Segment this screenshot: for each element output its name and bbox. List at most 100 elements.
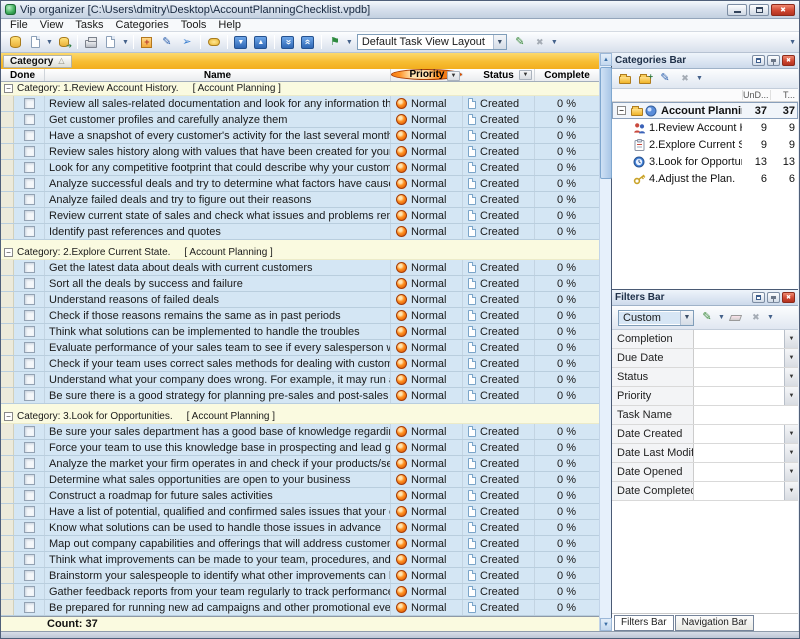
maximize-panel-button[interactable] [752, 292, 765, 303]
task-checkbox[interactable] [24, 522, 35, 533]
task-row[interactable]: Have a snapshot of every customer's acti… [1, 128, 599, 144]
maximize-button[interactable] [749, 4, 769, 16]
highlight-tasks-button[interactable] [205, 34, 223, 51]
column-header-complete[interactable]: Complete [535, 69, 599, 81]
task-checkbox[interactable] [24, 194, 35, 205]
tree-item[interactable]: 4.Adjust the Plan. 6 6 [612, 170, 798, 187]
task-checkbox[interactable] [24, 442, 35, 453]
menu-item-tasks[interactable]: Tasks [69, 20, 109, 31]
categories-toolbar-overflow-icon[interactable]: ▼ [696, 75, 703, 82]
task-checkbox[interactable] [24, 98, 35, 109]
tree-column-undone[interactable]: UnD... [742, 90, 770, 100]
filter-dropdown-icon[interactable]: ▼ [784, 444, 798, 462]
task-checkbox[interactable] [24, 178, 35, 189]
filter-value-input[interactable] [694, 406, 798, 424]
task-row[interactable]: Get customer profiles and carefully anal… [1, 112, 599, 128]
task-checkbox[interactable] [24, 130, 35, 141]
menu-item-view[interactable]: View [34, 20, 70, 31]
tree-item[interactable]: 3.Look for Opportunities. 13 13 [612, 153, 798, 170]
task-checkbox[interactable] [24, 342, 35, 353]
menu-item-file[interactable]: File [4, 20, 34, 31]
task-checkbox[interactable] [24, 310, 35, 321]
task-row[interactable]: Be sure your sales department has a good… [1, 424, 599, 440]
filter-dropdown-icon[interactable]: ▼ [784, 349, 798, 367]
category-group-row[interactable]: − Category: 3.Look for Opportunities. [ … [1, 410, 599, 424]
column-header-status[interactable]: Status▼ [463, 69, 535, 81]
scrollbar-thumb[interactable] [600, 67, 612, 179]
task-checkbox[interactable] [24, 162, 35, 173]
filter-value-input[interactable] [694, 425, 784, 443]
task-checkbox[interactable] [24, 506, 35, 517]
filter-value-input[interactable] [694, 330, 784, 348]
task-row[interactable]: Brainstorm your salespeople to identify … [1, 568, 599, 584]
collapse-all-button[interactable]: » [299, 34, 317, 51]
category-group-row[interactable]: − Category: 1.Review Account History. [ … [1, 82, 599, 96]
task-checkbox[interactable] [24, 326, 35, 337]
collapse-group-icon[interactable]: − [4, 412, 13, 421]
filter-value-input[interactable] [694, 482, 784, 500]
task-checkbox[interactable] [24, 294, 35, 305]
column-header-name[interactable]: Name [45, 69, 391, 81]
move-down-button[interactable]: ▼ [232, 34, 250, 51]
column-header-priority[interactable]: Priority▼ [391, 69, 463, 80]
task-row[interactable]: Have a list of potential, qualified and … [1, 504, 599, 520]
task-row[interactable]: Review current state of sales and check … [1, 208, 599, 224]
task-checkbox[interactable] [24, 278, 35, 289]
task-row[interactable]: Evaluate performance of your sales team … [1, 340, 599, 356]
assign-task-button[interactable]: ➢ [178, 34, 196, 51]
filter-dropdown-icon[interactable]: ▼ [784, 482, 798, 500]
task-row[interactable]: Identify past references and quotes Norm… [1, 224, 599, 240]
new-database-button[interactable] [6, 34, 24, 51]
task-row[interactable]: Sort all the deals by success and failur… [1, 276, 599, 292]
task-checkbox[interactable] [24, 602, 35, 613]
task-row[interactable]: Determine what sales opportunities are o… [1, 472, 599, 488]
task-row[interactable]: Be prepared for running new ad campaigns… [1, 600, 599, 616]
close-panel-button[interactable]: ✖ [782, 292, 795, 303]
task-row[interactable]: Understand reasons of failed deals Norma… [1, 292, 599, 308]
filter-preset-combo[interactable]: Custom ▼ [618, 310, 694, 326]
new-subcategory-button[interactable] [636, 70, 654, 87]
scroll-up-icon[interactable]: ▲ [600, 53, 612, 66]
column-header-done[interactable]: Done [1, 69, 45, 81]
task-row[interactable]: Understand what your company does wrong.… [1, 372, 599, 388]
task-checkbox[interactable] [24, 538, 35, 549]
clear-filter-button[interactable] [727, 309, 745, 326]
tree-column-total[interactable]: T... [770, 90, 798, 100]
task-row[interactable]: Check if those reasons remains the same … [1, 308, 599, 324]
filter-value-input[interactable] [694, 463, 784, 481]
task-row[interactable]: Force your team to use this knowledge ba… [1, 440, 599, 456]
filter-dropdown-icon[interactable]: ▼ [784, 425, 798, 443]
status-filter-dropdown[interactable]: ▼ [519, 70, 532, 80]
filter-value-input[interactable] [694, 368, 784, 386]
tab-navigation-bar[interactable]: Navigation Bar [675, 615, 755, 631]
filter-dropdown-icon[interactable]: ▼ [784, 368, 798, 386]
task-checkbox[interactable] [24, 426, 35, 437]
task-checkbox[interactable] [24, 210, 35, 221]
workspace-button[interactable]: ⚑ [326, 34, 344, 51]
combo-dropdown-icon[interactable]: ▼ [493, 35, 506, 49]
task-row[interactable]: Know what solutions can be used to handl… [1, 520, 599, 536]
task-checkbox[interactable] [24, 374, 35, 385]
vertical-scrollbar[interactable]: ▲ ▼ [599, 53, 611, 631]
task-checkbox[interactable] [24, 458, 35, 469]
move-up-button[interactable]: ▲ [252, 34, 270, 51]
maximize-panel-button[interactable] [752, 55, 765, 66]
delete-category-button[interactable]: ✖ [676, 70, 694, 87]
task-checkbox[interactable] [24, 114, 35, 125]
edit-filter-dropdown-icon[interactable]: ▼ [718, 314, 725, 321]
group-category-button[interactable]: Category △ [3, 55, 72, 68]
scroll-down-icon[interactable]: ▼ [600, 618, 612, 631]
toolbar-overflow-icon[interactable]: ▼ [789, 39, 796, 46]
filter-value-input[interactable] [694, 444, 784, 462]
filter-dropdown-icon[interactable]: ▼ [784, 330, 798, 348]
task-checkbox[interactable] [24, 554, 35, 565]
edit-task-button[interactable]: ✎ [158, 34, 176, 51]
backup-database-button[interactable] [55, 34, 73, 51]
task-checkbox[interactable] [24, 146, 35, 157]
pin-panel-button[interactable] [767, 55, 780, 66]
delete-layout-button[interactable]: ✖ [531, 34, 549, 51]
combo-dropdown-icon[interactable]: ▼ [680, 311, 693, 325]
task-row[interactable]: Get the latest data about deals with cur… [1, 260, 599, 276]
task-row[interactable]: Think what solutions can be implemented … [1, 324, 599, 340]
task-checkbox[interactable] [24, 262, 35, 273]
